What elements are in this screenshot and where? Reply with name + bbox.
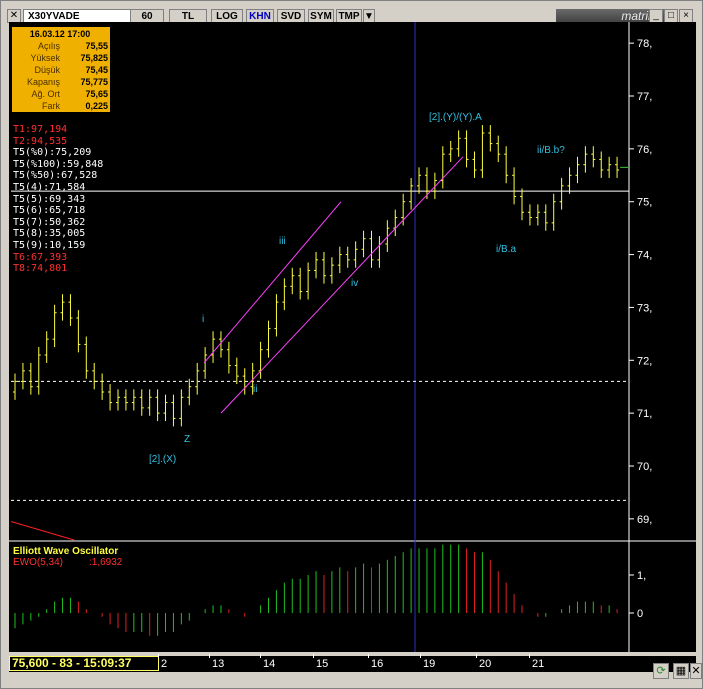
channel-lower-line [220, 156, 464, 414]
info-key: Kapanış [26, 77, 60, 87]
info-row: Düşük 75,45 [14, 65, 108, 76]
wave-annotation: [2].(X) [149, 454, 176, 465]
channel-upper-line [203, 201, 342, 364]
wave-annotation: ii [253, 384, 257, 395]
chart-canvas: 78,77,76,75,74,73,72,71,70,69,[2].(X)Zii… [9, 22, 696, 652]
close-icon[interactable]: ✕ [690, 663, 702, 679]
price-status: 75,600 - 83 - 15:09:37 [9, 656, 159, 671]
ewo-tick-label: 1, [637, 570, 646, 582]
level-label: T5(5):69,343 [13, 193, 86, 205]
trend-line [10, 521, 75, 541]
wave-annotation: Z [184, 434, 190, 445]
y-tick-label: 74, [637, 250, 652, 262]
level-label: T5(9):10,159 [13, 240, 86, 251]
info-key: Düşük [34, 65, 60, 75]
wave-annotation: i/B.a [496, 244, 516, 255]
info-value: 75,825 [80, 53, 108, 63]
y-tick-label: 73, [637, 302, 652, 314]
wave-annotation: i [202, 314, 204, 325]
info-value: 75,65 [85, 89, 108, 99]
x-tick-label: 20 [479, 658, 492, 670]
x-tick [420, 654, 421, 658]
x-tick [313, 654, 314, 658]
oscillator-title: Elliott Wave Oscillator [13, 546, 118, 557]
level-label: T5(%50):67,528 [13, 170, 98, 182]
toolbar: ✕ X30YVADE 60 TL LOG KHN SVD SYM TMP ▼ m… [3, 4, 702, 24]
level-label: T5(7):50,362 [13, 216, 86, 228]
x-tick [209, 654, 210, 658]
info-key: Açılış [37, 41, 60, 51]
wave-annotation: [2].(Y)/(Y).A [429, 112, 482, 123]
minimize-button[interactable]: _ [649, 9, 663, 23]
y-tick-label: 69, [637, 514, 652, 526]
chart-window: ✕ X30YVADE 60 TL LOG KHN SVD SYM TMP ▼ m… [0, 0, 703, 689]
close-button[interactable]: × [679, 9, 693, 23]
level-label: T5(6):65,718 [13, 205, 86, 217]
restore-button[interactable]: □ [664, 9, 678, 23]
info-key: Ağ. Ort [31, 89, 60, 99]
level-label: T6:67,393 [13, 251, 68, 263]
y-tick-label: 76, [637, 144, 652, 156]
close-chart-icon[interactable]: ✕ [7, 9, 21, 23]
wave-annotation: ii/B.b? [537, 145, 565, 156]
level-label: T5(4):71,584 [13, 182, 86, 193]
x-tick [260, 654, 261, 658]
x-tick [529, 654, 530, 658]
wave-annotation: iv [351, 278, 358, 289]
oscillator-value: :1,6932 [89, 557, 123, 568]
info-key: Yüksek [30, 53, 60, 63]
y-tick-label: 71, [637, 408, 652, 420]
x-tick-label: 19 [423, 658, 436, 670]
info-value: 0,225 [85, 101, 108, 111]
info-key: Fark [42, 101, 60, 111]
x-tick [476, 654, 477, 658]
refresh-icon[interactable]: ⟳ [653, 663, 669, 679]
y-tick-label: 75, [637, 197, 652, 209]
x-tick [158, 654, 159, 658]
x-tick-label: 13 [212, 658, 225, 670]
level-label: T5(%0):75,209 [13, 147, 92, 159]
x-tick-label: 16 [371, 658, 384, 670]
level-label: T5(8):35,005 [13, 228, 86, 240]
x-tick [368, 654, 369, 658]
ewo-tick-label: 0 [637, 608, 643, 620]
x-tick-label: 14 [263, 658, 276, 670]
info-row: Ağ. Ort 75,65 [14, 89, 108, 100]
info-value: 75,775 [80, 77, 108, 87]
toolbox-icon[interactable]: ▦ [673, 663, 689, 679]
wave-annotation: iii [279, 236, 286, 247]
level-label: T2:94,535 [13, 135, 68, 147]
y-tick-label: 78, [637, 38, 652, 50]
info-value: 75,45 [85, 65, 108, 75]
info-row: Kapanış 75,775 [14, 77, 108, 88]
x-tick-label: 21 [532, 658, 545, 670]
x-tick-label: 15 [316, 658, 329, 670]
y-tick-label: 77, [637, 91, 652, 103]
y-tick-label: 70, [637, 461, 652, 473]
info-date: 16.03.12 17:00 [29, 29, 91, 39]
level-label: T5(%100):59,848 [13, 158, 104, 170]
y-tick-label: 72, [637, 355, 652, 367]
info-row: Açılış 75,55 [14, 41, 108, 52]
x-tick-label: 2 [161, 658, 168, 670]
info-row: Fark 0,225 [14, 101, 108, 112]
info-value: 75,55 [85, 41, 108, 51]
level-label: T8:74,801 [13, 263, 68, 275]
price-chart[interactable]: 78, 77, 76, 75, 74, 73, 72, 71, 70, 69, [2].(X) Zi i… [9, 22, 696, 652]
info-row: Yüksek 75,825 [14, 53, 108, 64]
oscillator-label: EWO(5,34) [13, 557, 63, 568]
ohlc-info-box: 16.03.12 17:00 Açılış 75,55 Yüksek 75,825 Dü… [11, 26, 111, 113]
level-label: T1:97,194 [13, 124, 68, 135]
